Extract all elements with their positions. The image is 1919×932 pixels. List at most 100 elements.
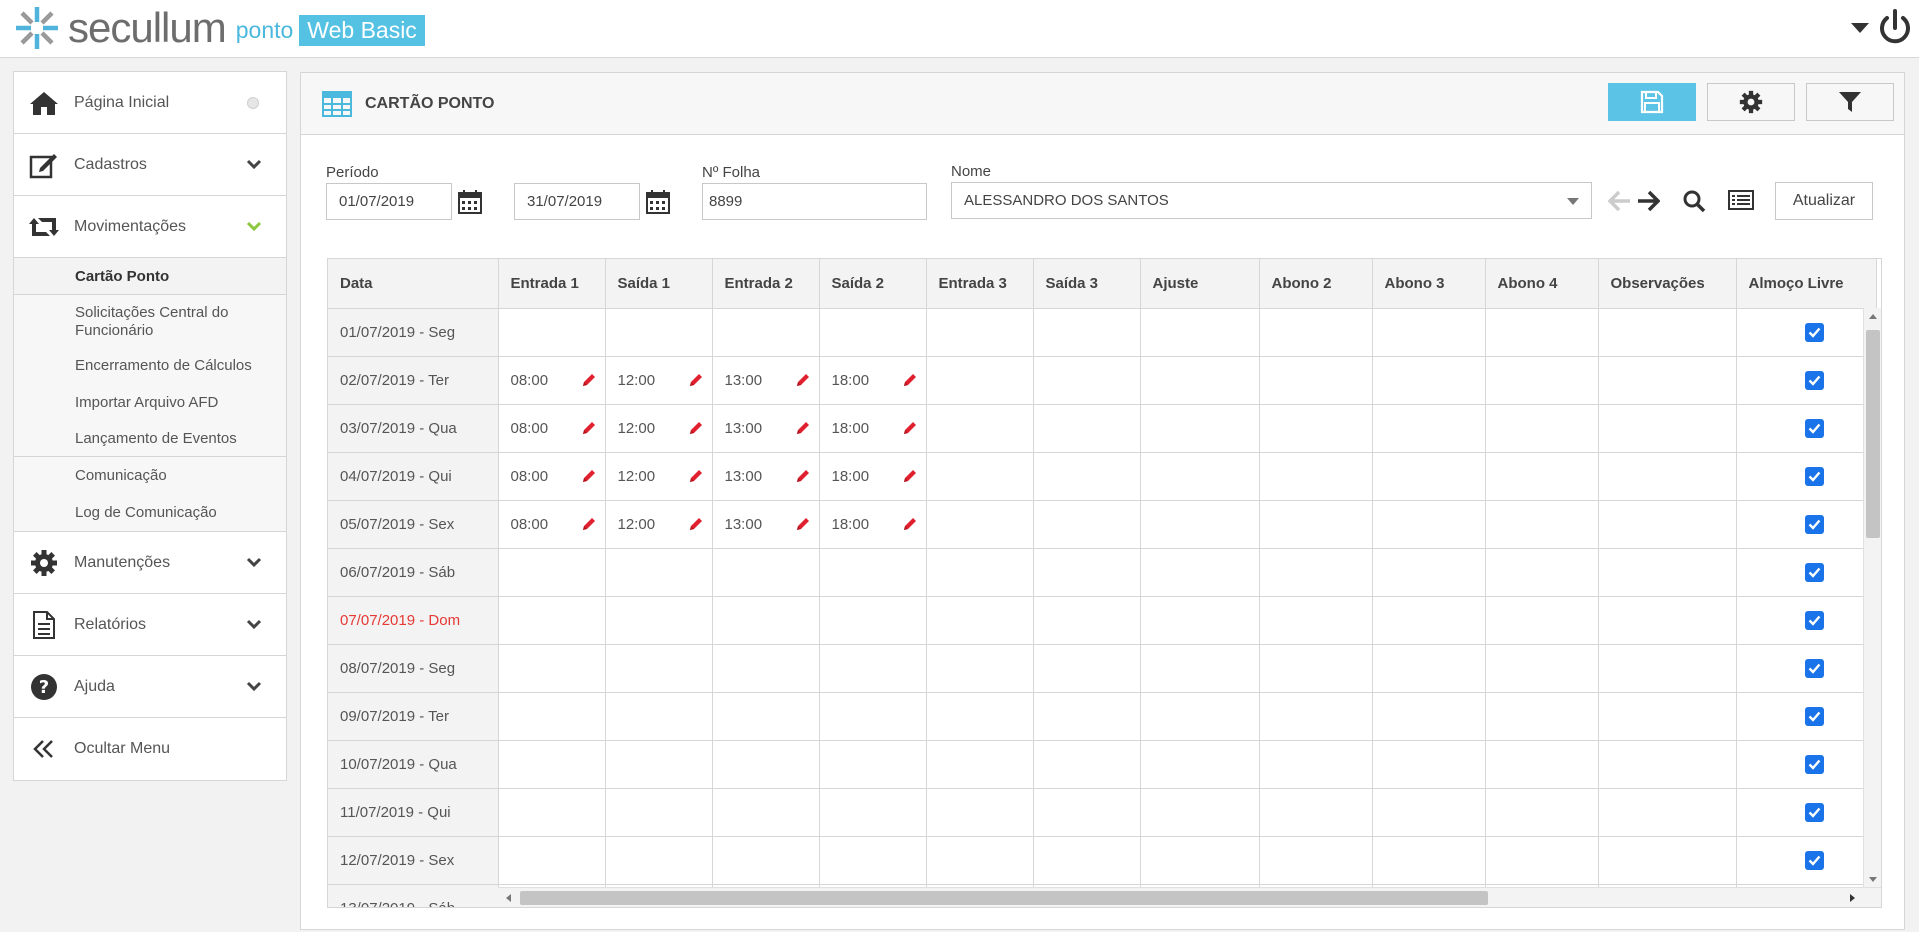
submenu-item-encerramento[interactable]: Encerramento de Cálculos [14,347,286,384]
col-header-saida-2[interactable]: Saída 2 [819,259,927,309]
vertical-scroll-thumb[interactable] [1866,330,1880,538]
table-row[interactable]: 12/07/2019 - Sex [328,836,1877,885]
cell-time[interactable]: 12:00 [605,356,713,405]
cell-empty[interactable] [1372,452,1486,501]
pencil-edit-icon[interactable] [581,516,597,536]
cell-time[interactable]: 12:00 [605,404,713,453]
cell-empty[interactable] [1140,644,1260,693]
cell-empty[interactable] [1140,596,1260,645]
cell-empty[interactable] [1485,500,1599,549]
cell-empty[interactable] [926,356,1034,405]
cell-empty[interactable] [1598,836,1737,885]
cell-empty[interactable] [1598,356,1737,405]
cell-time[interactable] [819,788,927,837]
cell-empty[interactable] [1372,740,1486,789]
power-icon[interactable] [1877,8,1913,48]
cell-time[interactable] [819,596,927,645]
pencil-edit-icon[interactable] [902,516,918,536]
cell-time[interactable] [819,836,927,885]
cell-time[interactable] [605,548,713,597]
cell-empty[interactable] [1259,788,1373,837]
cell-empty[interactable] [1372,596,1486,645]
pencil-edit-icon[interactable] [581,468,597,488]
cell-time[interactable]: 08:00 [498,452,606,501]
table-row[interactable]: 08/07/2019 - Seg [328,644,1877,693]
pencil-edit-icon[interactable] [795,372,811,392]
save-button[interactable] [1608,83,1696,121]
cell-time[interactable] [605,788,713,837]
cell-empty[interactable] [1033,548,1141,597]
cell-time[interactable]: 12:00 [605,500,713,549]
col-header-abono-2[interactable]: Abono 2 [1259,259,1373,309]
sidebar-item-ocultar-menu[interactable]: Ocultar Menu [14,718,286,780]
cell-empty[interactable] [1033,596,1141,645]
cell-time[interactable] [712,644,820,693]
cell-empty[interactable] [1033,740,1141,789]
submenu-item-comunicacao[interactable]: Comunicação [14,457,286,494]
cell-time[interactable] [819,308,927,357]
cell-empty[interactable] [926,788,1034,837]
cell-time[interactable] [712,740,820,789]
cell-empty[interactable] [1140,452,1260,501]
cell-empty[interactable] [1140,500,1260,549]
cell-empty[interactable] [1485,740,1599,789]
cell-time[interactable]: 13:00 [712,452,820,501]
submenu-item-cartao-ponto[interactable]: Cartão Ponto [14,258,286,295]
cell-empty[interactable] [926,548,1034,597]
cell-empty[interactable] [1033,788,1141,837]
scroll-down-icon[interactable] [1868,876,1878,884]
cell-time[interactable] [498,596,606,645]
cell-time[interactable] [498,644,606,693]
cell-empty[interactable] [926,692,1034,741]
cell-empty[interactable] [1140,308,1260,357]
cell-empty[interactable] [1033,500,1141,549]
cell-empty[interactable] [1259,452,1373,501]
cell-empty[interactable] [926,596,1034,645]
cell-empty[interactable] [1598,788,1737,837]
pencil-edit-icon[interactable] [795,468,811,488]
table-row[interactable]: 09/07/2019 - Ter [328,692,1877,741]
cell-empty[interactable] [1140,740,1260,789]
cell-time[interactable] [712,596,820,645]
table-row[interactable]: 02/07/2019 - Ter 08:00 12:00 13:00 18:00 [328,356,1877,405]
cell-empty[interactable] [1259,596,1373,645]
col-header-ajuste[interactable]: Ajuste [1140,259,1260,309]
cell-time[interactable] [712,836,820,885]
cell-empty[interactable] [1598,548,1737,597]
horizontal-scrollbar[interactable] [498,887,1881,907]
almoco-livre-checkbox[interactable] [1804,370,1824,390]
periodo-fim-input[interactable]: 31/07/2019 [514,183,640,220]
cell-time[interactable] [498,788,606,837]
sidebar-item-manutencoes[interactable]: Manutenções [14,532,286,594]
cell-empty[interactable] [1259,356,1373,405]
almoco-livre-checkbox[interactable] [1804,322,1824,342]
cell-empty[interactable] [1033,356,1141,405]
table-row[interactable]: 01/07/2019 - Seg [328,308,1877,357]
cell-empty[interactable] [1259,404,1373,453]
pencil-edit-icon[interactable] [902,420,918,440]
pencil-edit-icon[interactable] [688,372,704,392]
sidebar-item-movimentacoes[interactable]: Movimentações [14,196,286,258]
cell-empty[interactable] [1372,500,1486,549]
table-row[interactable]: 11/07/2019 - Qui [328,788,1877,837]
cell-time[interactable]: 13:00 [712,404,820,453]
cell-empty[interactable] [1372,644,1486,693]
submenu-item-importar-afd[interactable]: Importar Arquivo AFD [14,384,286,421]
col-header-entrada-1[interactable]: Entrada 1 [498,259,606,309]
cell-empty[interactable] [1598,692,1737,741]
table-row[interactable]: 04/07/2019 - Qui 08:00 12:00 13:00 18:00 [328,452,1877,501]
scroll-left-icon[interactable] [504,893,512,903]
almoco-livre-checkbox[interactable] [1804,802,1824,822]
cell-time[interactable] [605,692,713,741]
cell-empty[interactable] [1372,308,1486,357]
almoco-livre-checkbox[interactable] [1804,610,1824,630]
cell-time[interactable]: 08:00 [498,500,606,549]
almoco-livre-checkbox[interactable] [1804,562,1824,582]
cell-empty[interactable] [926,500,1034,549]
cell-empty[interactable] [926,452,1034,501]
cell-empty[interactable] [1033,836,1141,885]
cell-time[interactable] [712,548,820,597]
cell-empty[interactable] [1033,452,1141,501]
calendar-icon[interactable] [458,190,482,214]
cell-empty[interactable] [1485,356,1599,405]
